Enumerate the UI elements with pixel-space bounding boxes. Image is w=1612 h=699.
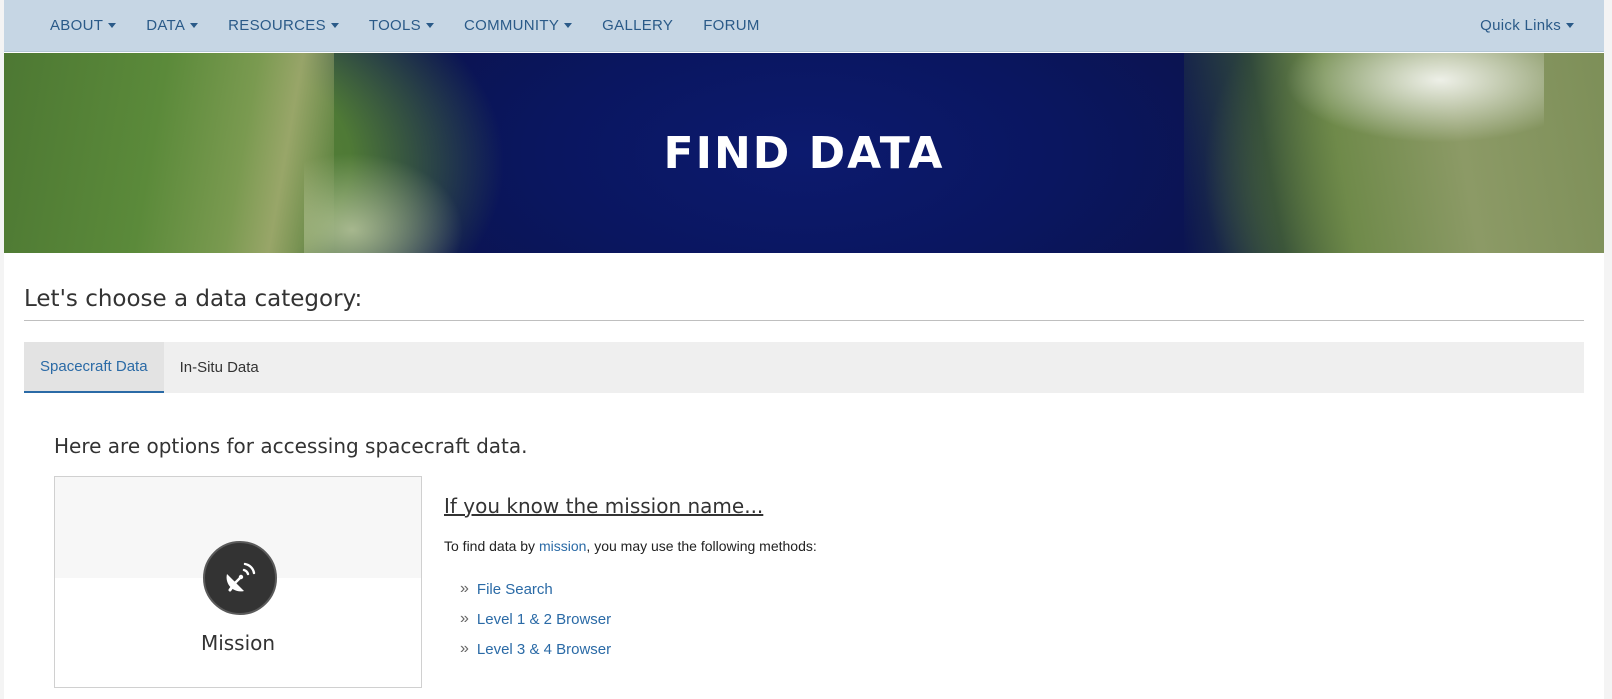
- nav-item-about[interactable]: ABOUT: [50, 17, 117, 34]
- nav-item-gallery[interactable]: GALLERY: [602, 17, 673, 34]
- description-text: , you may use the following methods:: [586, 538, 817, 554]
- nav-item-tools[interactable]: TOOLS: [369, 17, 434, 34]
- tab-in-situ-data[interactable]: In-Situ Data: [164, 342, 275, 393]
- page-title: FIND DATA: [663, 127, 945, 179]
- category-tabs: Spacecraft Data In-Situ Data: [24, 342, 1584, 393]
- nav-label: FORUM: [703, 17, 760, 34]
- caret-down-icon: [108, 23, 117, 28]
- quick-links-label: Quick Links: [1480, 17, 1561, 34]
- caret-down-icon: [330, 23, 339, 28]
- hero-banner: FIND DATA: [4, 53, 1604, 253]
- nav-item-forum[interactable]: FORUM: [703, 17, 760, 34]
- caret-down-icon: [190, 23, 199, 28]
- nav-item-community[interactable]: COMMUNITY: [463, 17, 573, 34]
- quick-links-dropdown[interactable]: Quick Links: [1480, 17, 1574, 34]
- nav-item-data[interactable]: DATA: [146, 17, 199, 34]
- double-chevron-right-icon: »: [460, 640, 469, 657]
- nav-label: ABOUT: [50, 17, 104, 34]
- nav-label: COMMUNITY: [463, 17, 560, 34]
- satellite-dish-icon: [203, 541, 277, 615]
- quick-links-menu: Quick Links: [1480, 17, 1574, 34]
- description-text: To find data by: [444, 538, 539, 554]
- page: ABOUT DATA RESOURCES TOOLS COMMUNITY GAL…: [4, 0, 1604, 699]
- level-3-4-browser-link[interactable]: Level 3 & 4 Browser: [477, 641, 611, 658]
- nav-item-resources[interactable]: RESOURCES: [228, 17, 339, 34]
- caret-down-icon: [425, 23, 434, 28]
- file-search-link[interactable]: File Search: [477, 581, 553, 598]
- list-item: » Level 3 & 4 Browser: [460, 634, 611, 664]
- top-navigation: ABOUT DATA RESOURCES TOOLS COMMUNITY GAL…: [4, 0, 1604, 52]
- intro-text: Here are options for accessing spacecraf…: [54, 434, 528, 458]
- caret-down-icon: [1566, 23, 1574, 28]
- list-item: » File Search: [460, 574, 611, 604]
- tab-spacecraft-data[interactable]: Spacecraft Data: [24, 342, 164, 393]
- list-item: » Level 1 & 2 Browser: [460, 604, 611, 634]
- double-chevron-right-icon: »: [460, 610, 469, 627]
- card-label: Mission: [200, 631, 276, 655]
- nav-label: GALLERY: [602, 17, 674, 34]
- mission-link[interactable]: mission: [539, 538, 586, 554]
- nav-label: TOOLS: [368, 17, 421, 34]
- nav-label: RESOURCES: [228, 17, 326, 34]
- nav-menu: ABOUT DATA RESOURCES TOOLS COMMUNITY GAL…: [50, 17, 790, 34]
- mission-card[interactable]: Mission: [54, 476, 422, 688]
- method-list: » File Search » Level 1 & 2 Browser » Level…: [460, 574, 611, 664]
- double-chevron-right-icon: »: [460, 580, 469, 597]
- mission-heading: If you know the mission name...: [444, 494, 764, 518]
- caret-down-icon: [564, 23, 573, 28]
- level-1-2-browser-link[interactable]: Level 1 & 2 Browser: [477, 611, 611, 628]
- nav-label: DATA: [146, 17, 186, 34]
- mission-description: To find data by mission, you may use the…: [444, 538, 817, 554]
- section-heading: Let's choose a data category:: [24, 286, 1584, 321]
